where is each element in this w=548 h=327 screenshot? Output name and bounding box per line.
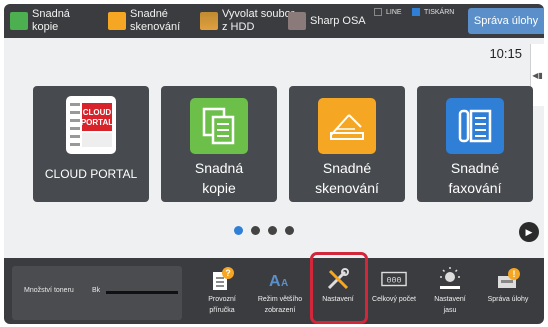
hdd-folder-icon: [200, 12, 218, 30]
copy-icon: [190, 98, 248, 154]
printer-indicator-icon: [412, 8, 420, 16]
top-shortcut-label: Vyvolat soubor z HDD: [222, 8, 295, 33]
clock: 10:15: [489, 46, 522, 61]
manual-icon: ?: [209, 266, 235, 292]
counter-icon: 000: [381, 266, 407, 292]
top-shortcut-sharp-osa[interactable]: Sharp OSA: [288, 4, 366, 38]
top-shortcut-label: Snadná kopie: [32, 8, 70, 33]
line-status: LINE: [374, 4, 402, 29]
printer-label: TISKÁRN: [424, 8, 455, 16]
svg-text:A: A: [269, 273, 281, 290]
line-label: LINE: [386, 8, 402, 16]
toner-label: Množství toneru: [24, 287, 74, 294]
top-shortcut-easy-copy[interactable]: Snadná kopie: [10, 4, 70, 38]
svg-text:000: 000: [386, 276, 401, 286]
tile-easy-copy[interactable]: Snadná kopie: [161, 86, 277, 202]
shortcut-total-count[interactable]: 000 Celkový počet: [366, 264, 422, 322]
scan-icon: [318, 98, 376, 154]
shortcut-label: Celkový počet: [372, 296, 416, 303]
shortcut-brightness[interactable]: Nastavení jasu: [422, 264, 478, 322]
large-text-icon: A A: [267, 266, 293, 292]
cloud-portal-icon: CLOUD PORTAL: [66, 96, 116, 154]
shortcut-operation-guide[interactable]: ? Provozní příručka: [194, 264, 250, 322]
shortcut-label: Režim většího zobrazení: [257, 296, 303, 314]
copy-icon: [10, 12, 28, 30]
panel-frame: Snadná kopie Snadné skenování Vyvolat so…: [4, 4, 544, 324]
tile-easy-scan[interactable]: Snadné skenování: [289, 86, 405, 202]
svg-text:PORTAL: PORTAL: [81, 118, 113, 127]
settings-highlight-frame: [310, 252, 368, 324]
job-status-icon: !: [495, 266, 521, 292]
fax-icon: [446, 98, 504, 154]
top-shortcut-label: Snadné skenování: [130, 8, 181, 33]
toner-bk-label: Bk: [92, 287, 101, 294]
next-page-button[interactable]: ▶: [519, 222, 539, 242]
tile-label: Snadné faxování: [448, 160, 502, 196]
shortcut-label: Nastavení jasu: [434, 296, 466, 314]
scan-icon: [108, 12, 126, 30]
toner-level-bar: [106, 291, 178, 294]
page-indicator: [234, 226, 294, 235]
brightness-icon: [437, 266, 463, 292]
play-icon: ▶: [525, 226, 533, 237]
tile-label: Snadné skenování: [315, 160, 379, 196]
chevron-left-icon: ◀▮: [532, 70, 543, 80]
top-shortcut-bar: Snadná kopie Snadné skenování Vyvolat so…: [4, 4, 544, 38]
top-shortcut-hdd-recall[interactable]: Vyvolat soubor z HDD: [200, 4, 294, 38]
tile-label: CLOUD PORTAL: [44, 167, 138, 181]
svg-text:?: ?: [225, 268, 231, 278]
shortcut-large-display[interactable]: A A Režim většího zobrazení: [252, 264, 308, 322]
tile-easy-fax[interactable]: Snadné faxování: [417, 86, 533, 202]
tile-label: Snadná kopie: [194, 160, 244, 196]
shortcut-label: Provozní příručka: [208, 296, 236, 314]
top-shortcut-easy-scan[interactable]: Snadné skenování: [108, 4, 180, 38]
shortcut-job-status[interactable]: ! Správa úlohy: [480, 264, 536, 322]
bottom-shortcut-bar: Množství toneru Bk ? Provozní příručka A…: [4, 258, 544, 324]
tile-cloud-portal[interactable]: CLOUD PORTAL CLOUD PORTAL: [33, 86, 149, 202]
page-dot[interactable]: [285, 226, 294, 235]
shortcut-label: Správa úlohy: [487, 296, 529, 303]
printer-status: TISKÁRN: [412, 4, 454, 29]
page-dot[interactable]: [251, 226, 260, 235]
svg-text:!: !: [513, 269, 516, 279]
svg-text:A: A: [281, 278, 288, 289]
top-shortcut-label: Sharp OSA: [310, 14, 366, 27]
page-dot[interactable]: [268, 226, 277, 235]
svg-text:CLOUD: CLOUD: [83, 108, 112, 117]
line-indicator-icon: [374, 8, 382, 16]
job-status-button[interactable]: Správa úlohy: [468, 8, 544, 34]
osa-icon: [288, 12, 306, 30]
home-screen: 10:15 ◀▮ CLOUD PORTAL CLOUD PORTAL Snadn…: [4, 38, 544, 258]
page-dot[interactable]: [234, 226, 243, 235]
toner-status: Množství toneru Bk: [12, 266, 182, 320]
